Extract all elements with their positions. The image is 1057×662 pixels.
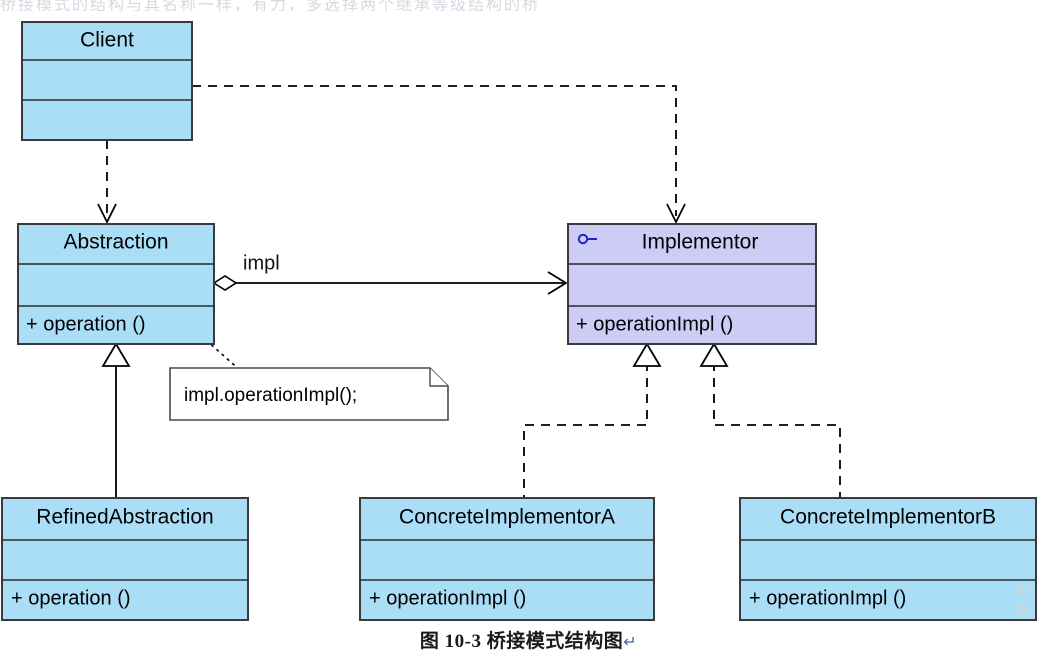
watermark-line-0: er <box>1015 579 1034 599</box>
edge-abstraction-to-implementor: impl <box>212 252 568 295</box>
class-box-concrete-implementor-a[interactable]: ConcreteImplementorA + operationImpl () <box>359 497 655 621</box>
class-name-client: Client <box>80 29 134 52</box>
background-watermark-text-right: er 本 <box>1015 578 1055 622</box>
edge-concrete-implementor-b-to-implementor <box>699 342 841 498</box>
edge-refined-abstraction-to-abstraction <box>101 342 131 498</box>
class-operation-concrete-implementor-b-0: + operationImpl () <box>749 587 906 609</box>
paragraph-mark-icon: ↵ <box>623 634 638 651</box>
class-operation-abstraction-0: + operation () <box>26 313 146 335</box>
class-box-refined-abstraction[interactable]: RefinedAbstraction + operation () <box>1 497 249 621</box>
edge-client-to-abstraction <box>97 140 117 225</box>
class-box-concrete-implementor-b[interactable]: ConcreteImplementorB + operationImpl () <box>739 497 1037 621</box>
class-operation-implementor-0: + operationImpl () <box>576 313 733 335</box>
watermark-line-1: 本 <box>1015 601 1032 621</box>
class-box-client[interactable]: Client <box>21 21 193 141</box>
class-box-implementor[interactable]: Implementor + operationImpl () <box>567 223 817 345</box>
edge-client-to-implementor <box>192 85 686 225</box>
figure-caption: 图 10-3 桥接模式结构图↵ <box>0 626 1057 653</box>
class-name-implementor: Implementor <box>642 231 759 254</box>
class-name-concrete-implementor-a: ConcreteImplementorA <box>399 506 615 529</box>
class-name-refined-abstraction: RefinedAbstraction <box>36 506 213 529</box>
edge-label-impl: impl <box>243 252 280 274</box>
class-name-concrete-implementor-b: ConcreteImplementorB <box>780 506 996 529</box>
edge-concrete-implementor-a-to-implementor <box>523 342 662 498</box>
note-text: impl.operationImpl(); <box>184 385 357 406</box>
class-box-abstraction[interactable]: Abstraction + operation () <box>17 223 215 345</box>
note-impl-call: impl.operationImpl(); <box>169 367 449 421</box>
class-operation-refined-abstraction-0: + operation () <box>11 587 131 609</box>
class-operation-concrete-implementor-a-0: + operationImpl () <box>369 587 526 609</box>
uml-diagram-canvas: 桥接模式的结构与其名称一样，有力，多选择两个继承等级结构的桥 impl impl… <box>0 0 1057 662</box>
bridge-pattern-class-diagram: impl impl.operationImpl(); Client Abstra… <box>1 21 1037 621</box>
class-name-abstraction: Abstraction <box>63 231 168 254</box>
figure-caption-text: 图 10-3 桥接模式结构图 <box>419 631 624 652</box>
